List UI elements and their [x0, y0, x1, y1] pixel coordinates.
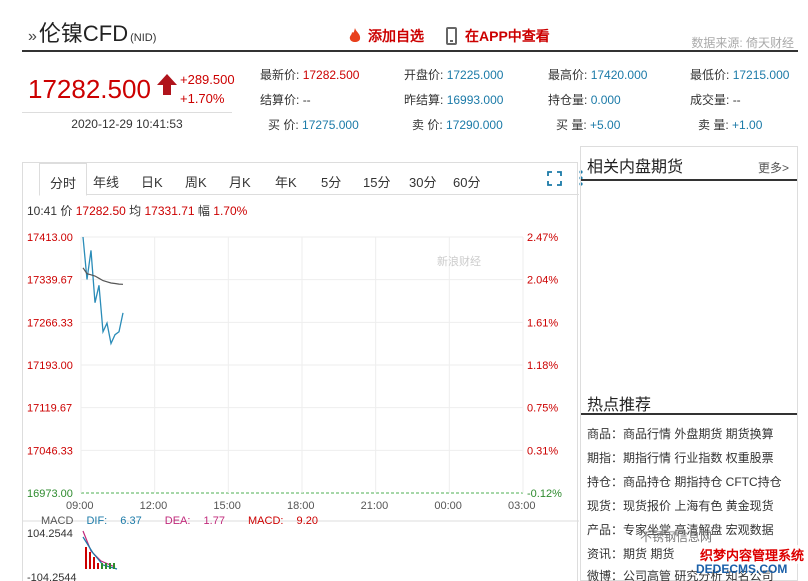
x-tick-label: 09:00 [66, 500, 94, 512]
macd-bar [113, 563, 115, 569]
macd-y-top-label: 104.2544 [27, 528, 73, 540]
x-tick-label: 00:00 [434, 500, 462, 512]
tab-monthly-k[interactable]: 月K [229, 172, 251, 191]
y-tick-label: 17046.33 [27, 445, 73, 457]
field-low: 最低价: 17215.000 [690, 68, 790, 82]
macd-y-bottom-label: -104.2544 [27, 572, 77, 581]
chart-watermark: 新浪财经 [437, 254, 481, 268]
y-tick-label: 17339.67 [27, 275, 73, 287]
tab-year-line[interactable]: 年线 [93, 172, 119, 191]
macd-bar [101, 563, 103, 569]
instrument-title: »伦镍CFD (NID) [28, 21, 157, 46]
y-pct-tick-label: -0.12% [527, 488, 562, 500]
field-volume: 成交量: -- [690, 93, 741, 107]
x-tick-label: 15:00 [213, 500, 241, 512]
watermark-text: DEDECMS.COM [696, 562, 788, 576]
divider [581, 413, 797, 415]
field-ask: 卖 价: 17290.000 [412, 118, 503, 132]
y-tick-label: 17119.67 [27, 403, 72, 415]
hot-item[interactable]: 商品：商品行情 外盘期货 期货换算 [587, 425, 774, 442]
view-in-app-button[interactable]: 在APP中查看 [446, 26, 550, 46]
hot-item[interactable]: 持仓：商品持仓 期指持仓 CFTC持仓 [587, 473, 782, 490]
tab-yearly-k[interactable]: 年K [275, 172, 297, 191]
field-ask-volume: 卖 量: +1.00 [698, 118, 763, 132]
double-chevron-icon: » [28, 28, 37, 45]
period-tabs: 分时 年线 日K 周K 月K 年K 5分 15分 30分 60分 [39, 163, 583, 196]
fullscreen-icon[interactable] [547, 171, 562, 186]
y-tick-label: 16973.00 [27, 488, 73, 500]
related-futures-title: 相关内盘期货 [587, 159, 684, 176]
right-panel: 相关内盘期货 更多> 热点推荐 商品：商品行情 外盘期货 期货换算 期指：期指行… [580, 146, 798, 581]
y-pct-tick-label: 2.47% [527, 232, 558, 244]
macd-bar [89, 552, 91, 569]
add-favorite-button[interactable]: 添加自选 [348, 26, 424, 46]
instrument-code: (NID) [130, 32, 157, 44]
tab-intraday[interactable]: 分时 [39, 163, 88, 196]
chart-info-line: 10:41 价 17282.50 均 17331.71 幅 1.70% [27, 204, 248, 218]
y-pct-tick-label: 0.75% [527, 403, 558, 415]
tab-daily-k[interactable]: 日K [141, 172, 163, 191]
y-pct-tick-label: 0.31% [527, 445, 558, 457]
quote-time: 2020-12-29 10:41:53 [22, 112, 232, 131]
y-tick-label: 17413.00 [27, 232, 73, 244]
x-tick-label: 18:00 [287, 500, 315, 512]
x-tick-label: 12:00 [140, 500, 168, 512]
tab-5min[interactable]: 5分 [321, 172, 341, 191]
field-bid-volume: 买 量: +5.00 [556, 118, 621, 132]
macd-bar [85, 547, 87, 569]
chart-panel: 分时 年线 日K 周K 月K 年K 5分 15分 30分 60分 10:41 价… [22, 162, 583, 581]
tab-30min[interactable]: 30分 [409, 172, 436, 191]
hot-item[interactable]: 期指：期指行情 行业指数 权重股票 [587, 449, 774, 466]
price-change: +289.500 +1.70% [180, 72, 235, 106]
tab-60min[interactable]: 60分 [453, 172, 480, 191]
macd-readout: MACD DIF: 6.37 DEA: 1.77 MACD: 9.20 [41, 515, 318, 527]
page-header: »伦镍CFD (NID) 添加自选 在APP中查看 数据来源: 倚天财经 [22, 0, 798, 52]
quote-block: 17282.500 +289.500 +1.70% 2020-12-29 10:… [22, 60, 802, 140]
data-source: 数据来源: 倚天财经 [691, 36, 794, 50]
field-settle: 结算价: -- [260, 93, 311, 107]
y-pct-tick-label: 1.18% [527, 360, 558, 372]
macd-bar [97, 563, 99, 569]
current-price: 17282.500 [28, 74, 151, 104]
up-arrow-icon [157, 74, 177, 95]
macd-dif-line [82, 536, 118, 570]
field-bid: 买 价: 17275.000 [268, 118, 359, 132]
y-tick-label: 17193.00 [27, 360, 73, 372]
hot-item[interactable]: 现货：现货报价 上海有色 黄金现货 [587, 497, 774, 514]
field-prev-settle: 昨结算: 16993.000 [404, 93, 504, 107]
field-high: 最高价: 17420.000 [548, 68, 648, 82]
y-tick-label: 17266.33 [27, 317, 73, 329]
more-link[interactable]: 更多> [758, 159, 789, 176]
field-open-interest: 持仓量: 0.000 [548, 93, 621, 107]
field-latest: 最新价: 17282.500 [260, 68, 360, 82]
field-open: 开盘价: 17225.000 [404, 68, 504, 82]
y-pct-tick-label: 1.61% [527, 317, 558, 329]
tab-15min[interactable]: 15分 [363, 172, 390, 191]
watermark-text: 不锈钢信息网 [640, 530, 713, 544]
hot-item[interactable]: 资讯：期货 期货 [587, 545, 674, 562]
hot-recommend-title: 热点推荐 [587, 397, 652, 414]
price-line [82, 236, 124, 346]
average-line [82, 267, 124, 285]
y-pct-tick-label: 2.04% [527, 275, 558, 287]
phone-icon [446, 27, 457, 45]
macd-dea-line [82, 530, 116, 568]
x-tick-label: 21:00 [361, 500, 389, 512]
macd-bar [93, 557, 95, 569]
macd-bar [109, 563, 111, 569]
x-tick-label: 03:00 [508, 500, 536, 512]
divider [581, 179, 797, 181]
tab-weekly-k[interactable]: 周K [185, 172, 207, 191]
flame-icon [349, 28, 361, 42]
macd-bar [105, 563, 107, 569]
